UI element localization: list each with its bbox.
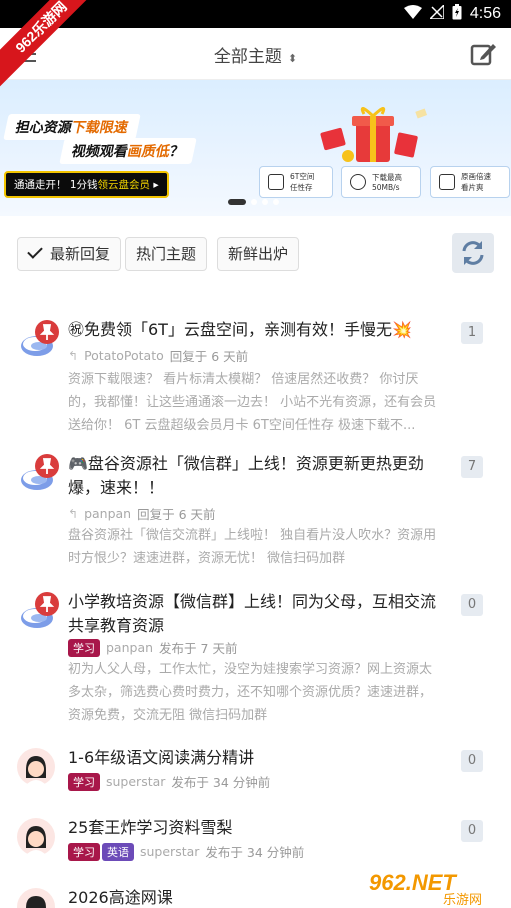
promo-banner[interactable]: 担心资源下载限速 视频观看画质低？ 通通走开！ 1分钱领云盘会员 ▸ 6T空间任… — [0, 80, 511, 216]
watermark-brand: 962.NET — [369, 870, 457, 895]
battery-icon — [452, 4, 462, 24]
thread-meta: ↰ PotatoPotato 回复于 6 天前 — [68, 346, 248, 365]
thread-time: 回复于 6 天前 — [169, 349, 249, 364]
feature-speed: 下载最高 50MB/s — [341, 166, 421, 198]
feature-video: 原画倍速 看片爽 — [430, 166, 510, 198]
thread-title[interactable]: 25套王炸学习资料雪梨 — [68, 816, 446, 840]
thread-item[interactable]: ㊗免费领「6T」云盘空间，亲测有效！手慢无💥 ↰ PotatoPotato 回复… — [0, 316, 511, 433]
reply-count: 0 — [461, 820, 483, 842]
site-watermark: 962.NET 乐游网 — [363, 860, 511, 908]
thread-excerpt: 盘谷资源社「微信交流群」上线啦！ 独自看片没人吹水？资源用时方恨少？速速进群，资… — [68, 528, 437, 566]
thread-author[interactable]: panpan — [84, 506, 131, 521]
play-icon — [439, 174, 455, 190]
reply-count: 0 — [461, 594, 483, 616]
thread-excerpt: 初为人父人母，工作太忙，没空为娃搜索学习资源？网上资源太多太杂，筛选费心费时费力… — [68, 662, 433, 723]
refresh-icon — [462, 241, 484, 265]
refresh-button[interactable] — [452, 233, 494, 273]
sort-arrows-icon: ⬍ — [287, 52, 298, 65]
filter-fresh-button[interactable]: 新鲜出炉 — [217, 237, 300, 271]
thread-meta: 学习 superstar 发布于 34 分钟前 — [68, 772, 270, 791]
reply-count: 0 — [461, 750, 483, 772]
wifi-icon — [403, 5, 422, 23]
top-app-bar: 全部主题 ⬍ — [0, 28, 511, 80]
reply-count: 1 — [461, 322, 483, 344]
thread-meta: ↰ panpan 回复于 6 天前 — [68, 504, 216, 523]
thread-item[interactable]: 1-6年级语文阅读满分精讲 学习 superstar 发布于 34 分钟前 0 — [0, 746, 511, 806]
user-avatar[interactable] — [17, 818, 55, 856]
pin-icon — [35, 320, 59, 344]
filter-hot-button[interactable]: 热门主题 — [125, 237, 208, 271]
tag-study[interactable]: 学习 — [68, 842, 100, 861]
thread-title[interactable]: ㊗免费领「6T」云盘空间，亲测有效！手慢无💥 — [68, 318, 446, 342]
thread-time: 回复于 6 天前 — [137, 507, 216, 522]
page-title: 全部主题 — [213, 47, 282, 67]
filter-bar: 最新回复 热门主题 新鲜出炉 — [0, 216, 511, 300]
thread-title[interactable]: 小学教培资源【微信群】上线！同为父母，互相交流共享教育资源 — [68, 590, 446, 638]
thread-item[interactable]: 小学教培资源【微信群】上线！同为父母，互相交流共享教育资源 学习 panpan … — [0, 588, 511, 728]
cloud-download-icon — [350, 174, 366, 190]
check-icon — [27, 243, 43, 259]
thread-title[interactable]: 🎮盘谷资源社「微信群」上线！资源更新更热更劲爆，速来！！ — [68, 452, 446, 500]
thread-author[interactable]: PotatoPotato — [84, 348, 164, 363]
thread-meta: 学习 英语 superstar 发布于 34 分钟前 — [68, 842, 304, 861]
user-avatar[interactable] — [17, 888, 55, 908]
thread-item[interactable]: 🎮盘谷资源社「微信群」上线！资源更新更热更劲爆，速来！！ ↰ panpan 回复… — [0, 450, 511, 570]
thread-author[interactable]: superstar — [140, 844, 199, 859]
storage-icon — [268, 174, 284, 190]
reply-icon: ↰ — [68, 506, 79, 521]
tag-english[interactable]: 英语 — [102, 842, 134, 861]
thread-time: 发布于 34 分钟前 — [171, 775, 271, 790]
banner-headline-2: 视频观看画质低？ — [59, 138, 197, 164]
thread-title[interactable]: 1-6年级语文阅读满分精讲 — [68, 746, 446, 770]
tag-study[interactable]: 学习 — [68, 772, 100, 791]
reply-count: 7 — [461, 456, 483, 478]
pin-icon — [35, 454, 59, 478]
compose-icon[interactable] — [469, 40, 497, 68]
thread-meta: 学习 panpan 发布于 7 天前 — [68, 638, 237, 657]
reply-icon: ↰ — [68, 348, 79, 363]
clock: 4:56 — [469, 5, 501, 22]
banner-headline-1: 担心资源下载限速 — [3, 114, 141, 140]
thread-time: 发布于 7 天前 — [159, 641, 238, 656]
thread-author[interactable]: panpan — [106, 640, 153, 655]
watermark-sub: 乐游网 — [443, 893, 482, 908]
thread-author[interactable]: superstar — [106, 774, 165, 789]
carousel-indicator[interactable] — [228, 199, 279, 205]
pin-icon — [35, 592, 59, 616]
banner-cta[interactable]: 通通走开！ 1分钱领云盘会员 ▸ — [4, 171, 169, 198]
filter-latest-button[interactable]: 最新回复 — [17, 237, 122, 271]
feature-storage: 6T空间 任性存 — [259, 166, 333, 198]
thread-excerpt: 资源下载限速？ 看片标清太模糊？ 倍速居然还收费？ 你讨厌的，我都懂！让这些通通… — [68, 372, 437, 433]
tag-study[interactable]: 学习 — [68, 638, 100, 657]
signal-off-icon — [428, 3, 445, 23]
gift-box-illustration — [318, 104, 428, 166]
topic-filter-dropdown[interactable]: 全部主题 ⬍ — [0, 42, 511, 67]
user-avatar[interactable] — [17, 748, 55, 786]
thread-time: 发布于 34 分钟前 — [205, 845, 305, 860]
